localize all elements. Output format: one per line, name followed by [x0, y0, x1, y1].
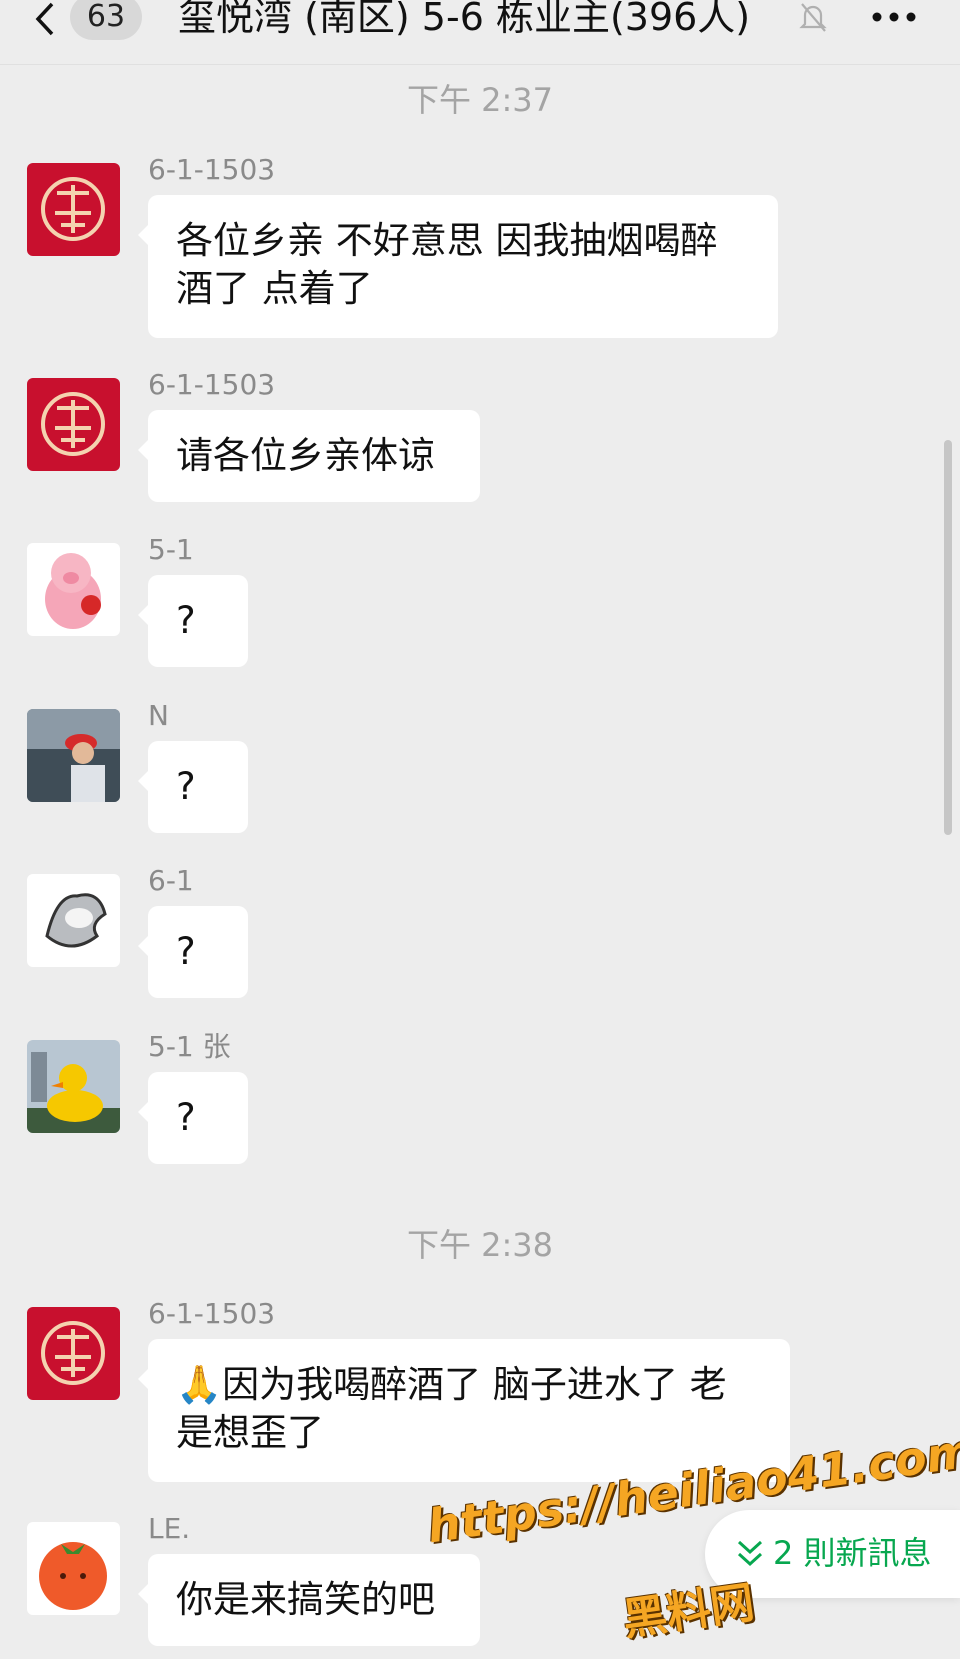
person-red-cap-avatar[interactable]: [27, 709, 120, 802]
message-bubble[interactable]: ?: [138, 741, 248, 833]
message-timestamp: 下午 2:37: [406, 81, 554, 119]
silver-object-avatar[interactable]: [27, 874, 120, 967]
message-bubble[interactable]: 请各位乡亲体谅: [138, 410, 480, 502]
message-bubble[interactable]: ?: [138, 1072, 248, 1164]
tomato-avatar[interactable]: [27, 1522, 120, 1615]
rubber-duck-avatar[interactable]: [27, 1040, 120, 1133]
message-bubble[interactable]: ?: [138, 906, 248, 998]
back-arrow-icon[interactable]: [30, 2, 60, 36]
chat-header: 63 玺悦湾 (南区) 5-6 栋业主(396人): [0, 0, 960, 65]
chat-title: 玺悦湾 (南区) 5-6 栋业主(396人): [178, 0, 751, 39]
pink-pig-avatar[interactable]: [27, 543, 120, 636]
sender-name: 5-1 张: [148, 1030, 231, 1063]
message-bubble[interactable]: 你是来搞笑的吧: [138, 1554, 480, 1646]
red-fu-avatar[interactable]: [27, 1307, 120, 1400]
new-messages-label: 2 則新訊息: [773, 1534, 932, 1572]
message-bubble[interactable]: ?: [138, 575, 248, 667]
red-fu-avatar[interactable]: [27, 378, 120, 471]
message-bubble[interactable]: 各位乡亲 不好意思 因我抽烟喝醉酒了 点着了: [138, 195, 778, 338]
mute-bell-icon: [799, 3, 827, 32]
sender-name: 5-1: [148, 533, 194, 566]
more-options-icon[interactable]: [870, 10, 918, 24]
red-fu-avatar[interactable]: [27, 163, 120, 256]
sender-name: N: [148, 699, 169, 732]
scrollbar[interactable]: [944, 440, 952, 835]
sender-name: 6-1-1503: [148, 368, 276, 401]
sender-name: 6-1-1503: [148, 153, 276, 186]
sender-name: 6-1-1503: [148, 1297, 276, 1330]
message-timestamp: 下午 2:38: [406, 1226, 554, 1264]
sender-name: LE.: [148, 1512, 191, 1545]
unread-count-badge[interactable]: 63: [70, 0, 142, 40]
watermark-name: 黑料网: [619, 1577, 758, 1646]
message-bubble[interactable]: 🙏因为我喝醉酒了 脑子进水了 老是想歪了: [138, 1339, 790, 1482]
sender-name: 6-1: [148, 864, 194, 897]
